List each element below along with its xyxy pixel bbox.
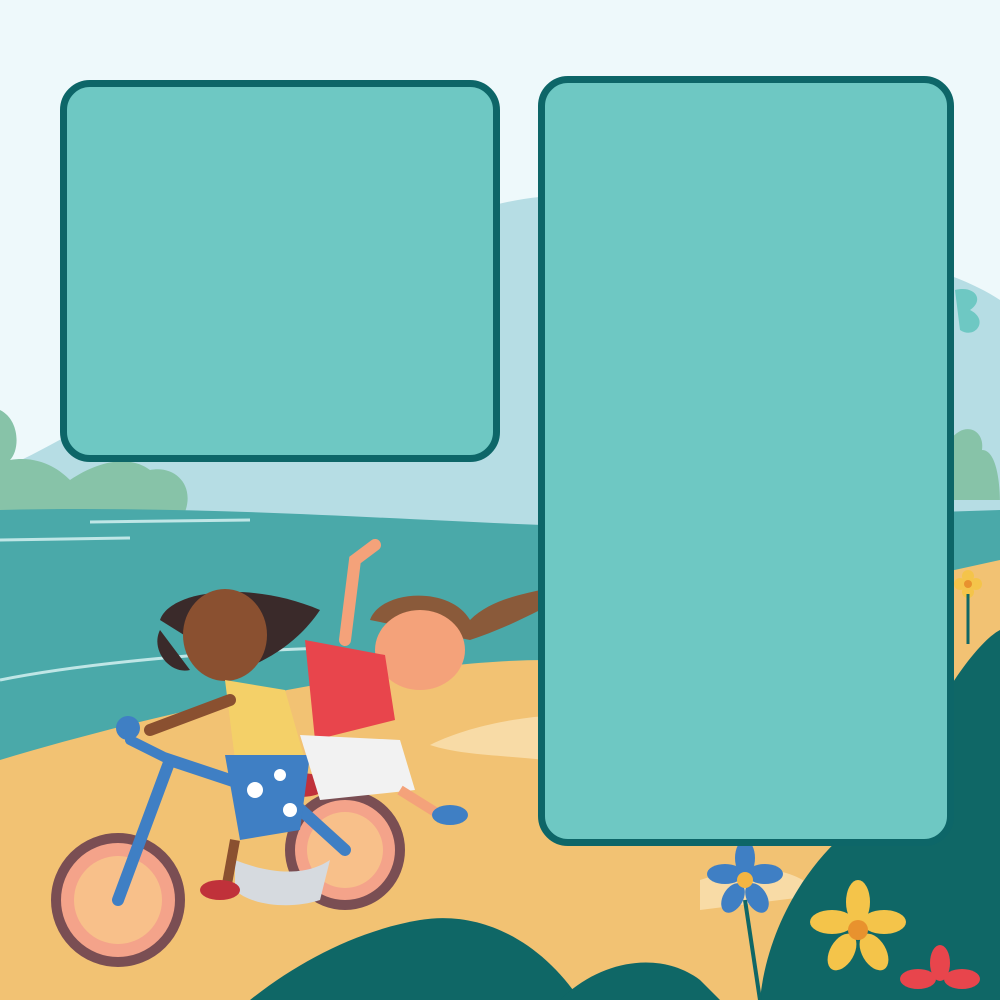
left-panel: [60, 80, 500, 462]
sea-highlight-2: [89, 518, 251, 524]
sea-highlight-1: [0, 536, 131, 542]
right-panel: [538, 76, 954, 846]
